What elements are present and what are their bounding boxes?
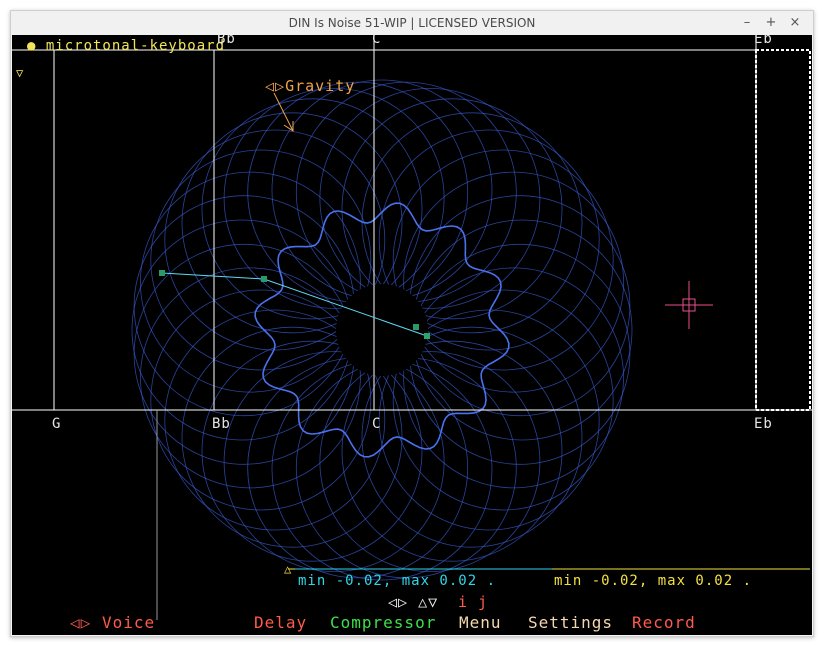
voice-arrows-icon[interactable]: ◁▷ [70,613,91,632]
drone-point[interactable] [159,270,165,276]
keyboard-dot-icon: ● [27,38,46,54]
canvas-graphics [12,35,812,620]
drone-point[interactable] [413,324,419,330]
selection-region[interactable] [755,49,811,411]
drone-point[interactable] [261,276,267,282]
minimize-button[interactable]: – [739,15,755,31]
menu-button[interactable]: Menu [459,613,502,632]
crosshair-icon[interactable] [665,281,713,329]
up-marker-icon[interactable]: △ [284,562,292,576]
spiro-loop [271,79,493,301]
note-bottom-c: C [372,416,382,432]
note-bottom-g: G [52,416,62,432]
note-bottom-bb: Bb [212,416,231,432]
delay-button[interactable]: Delay [254,613,307,632]
gravity-control[interactable]: ◁▷Gravity [265,77,355,95]
yellow-readout: min -0.02, max 0.02 . [554,573,753,589]
close-button[interactable]: × [787,15,803,31]
title-bar[interactable]: DIN Is Noise 51-WIP | LICENSED VERSION –… [11,11,813,35]
main-canvas[interactable]: ▽ ● microtonal-keyboard Bb C Eb G Bb C E… [12,35,812,635]
gravity-arrows-icon[interactable]: ◁▷ [265,77,285,95]
note-top-c: C [372,35,382,47]
top-marker-icon[interactable]: ▽ [16,66,24,80]
note-top-eb: Eb [754,35,773,47]
settings-button[interactable]: Settings [528,613,613,632]
cyan-readout: min -0.02, max 0.02 . [298,573,497,589]
nav-keys[interactable]: i j [458,593,488,611]
gravity-vector[interactable] [273,92,294,132]
spiro-loop [271,359,493,581]
note-bottom-eb: Eb [754,416,773,432]
window-title: DIN Is Noise 51-WIP | LICENSED VERSION [288,16,536,30]
compressor-button[interactable]: Compressor [330,613,436,632]
keyboard-title[interactable]: ● microtonal-keyboard [27,38,225,54]
drone-point[interactable] [424,333,430,339]
voice-button[interactable]: Voice [102,613,155,632]
spiro-loop [131,219,353,441]
app-window: DIN Is Noise 51-WIP | LICENSED VERSION –… [10,10,814,637]
record-button[interactable]: Record [632,613,696,632]
maximize-button[interactable]: + [763,15,779,31]
note-top-bb: Bb [217,35,236,47]
keyboard-label: microtonal-keyboard [45,38,226,54]
nav-arrows-icon[interactable]: ◁▷ △▽ [388,593,438,611]
gravity-label: Gravity [285,77,356,95]
spiro-loop [411,219,633,441]
